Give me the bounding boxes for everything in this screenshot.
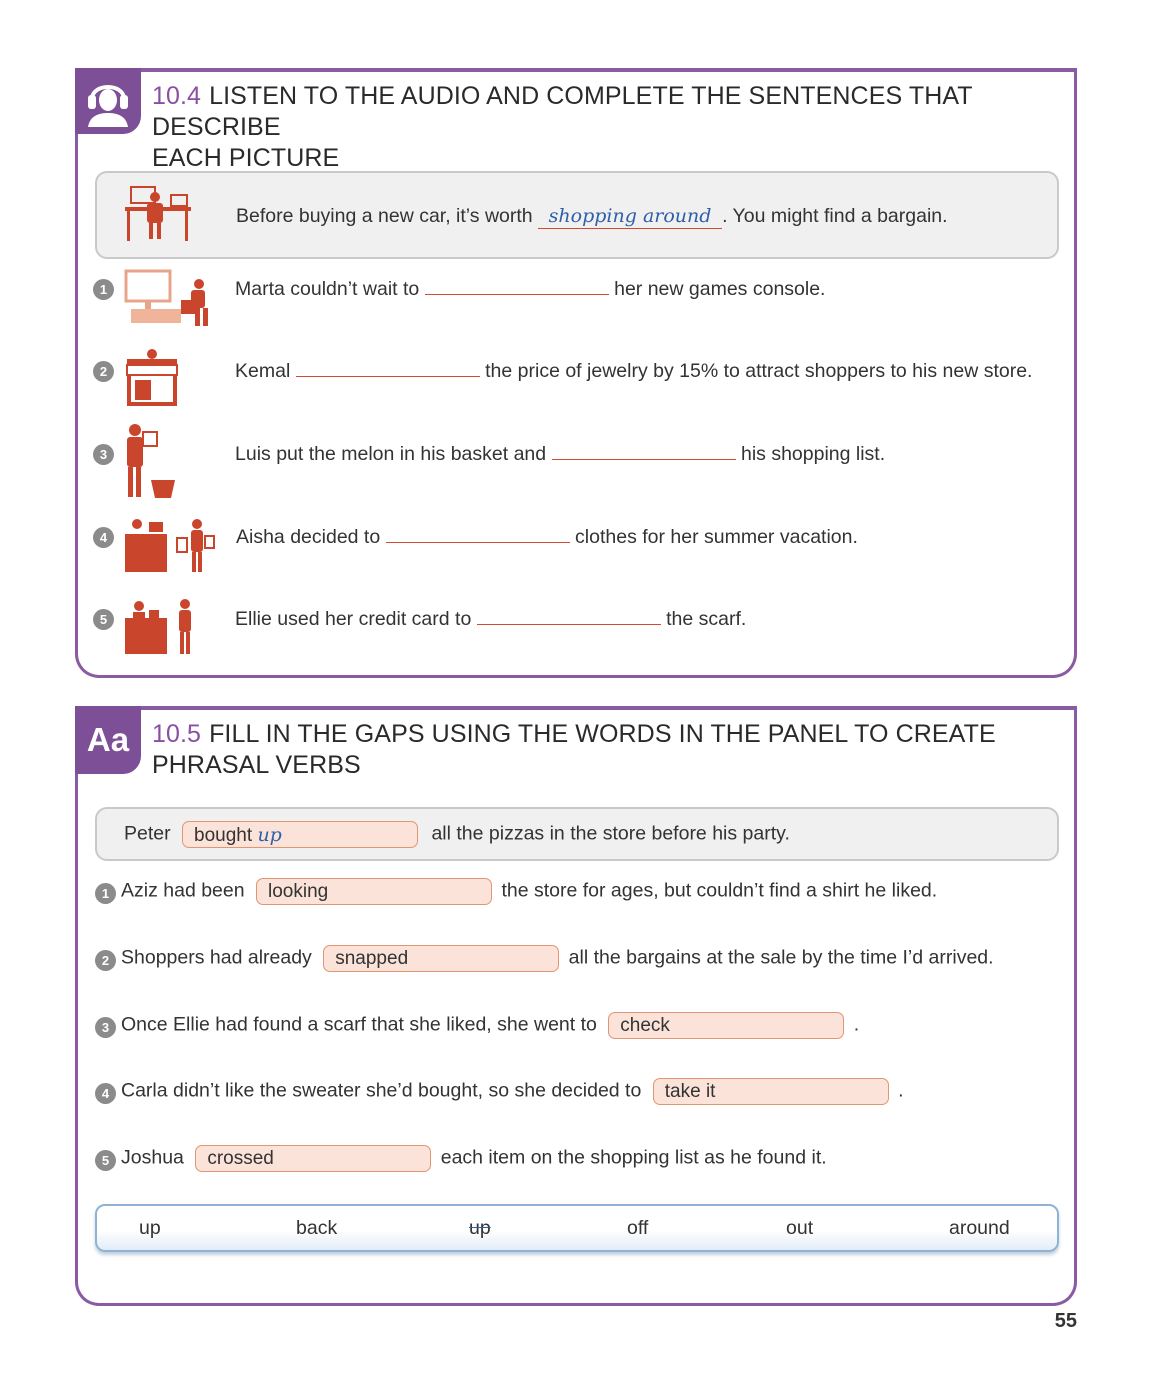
answer-box[interactable]: snapped — [323, 945, 560, 972]
exercise-10-4: 10.4 LISTEN TO THE AUDIO AND COMPLETE THE… — [75, 68, 1077, 678]
answer-box[interactable]: looking — [256, 878, 493, 905]
sentence-5: Joshua crossed each item on the shopping… — [121, 1145, 827, 1172]
computer-desk-illustration — [125, 186, 191, 241]
sentence-3: Luis put the melon in his basket and his… — [235, 443, 885, 466]
exercise-title: 10.5 FILL IN THE GAPS USING THE WORDS IN … — [152, 719, 996, 781]
printed-verb: crossed — [207, 1148, 274, 1169]
sentence-4: Carla didn’t like the sweater she’d boug… — [121, 1078, 904, 1105]
sentence-start: Shoppers had already — [121, 946, 312, 969]
handwritten-particle: up — [257, 824, 282, 846]
sentence-start: Peter — [124, 822, 171, 845]
printed-verb: check — [620, 1015, 670, 1036]
item-number-4: 4 — [93, 527, 114, 548]
item-number-1: 1 — [95, 883, 116, 904]
tab-label: Aa — [86, 721, 130, 758]
sentence-start: Kemal — [235, 360, 291, 382]
example-sentence: Peter bought up all the pizzas in the st… — [124, 821, 790, 848]
exercise-10-5: Aa 10.5 FILL IN THE GAPS USING THE WORDS … — [75, 706, 1077, 1306]
handwritten-answer: shopping around — [548, 205, 712, 227]
sentence-end: the store for ages, but couldn’t find a … — [501, 879, 938, 902]
listening-tab — [75, 68, 141, 134]
sentence-5: Ellie used her credit card to the scarf. — [235, 608, 746, 631]
headphones-person-icon — [88, 85, 128, 127]
sentence-start: Ellie used her credit card to — [235, 608, 472, 630]
sentence-end: her new games console. — [614, 278, 826, 300]
sentence-1: Aziz had been looking the store for ages… — [121, 878, 937, 905]
sentence-start: Marta couldn’t wait to — [235, 278, 420, 300]
sentence-start: Carla didn’t like the sweater she’d boug… — [121, 1079, 642, 1102]
printed-verb: snapped — [335, 948, 409, 969]
panel-word: around — [949, 1217, 1010, 1239]
shopper-basket-illustration — [127, 424, 175, 498]
exercise-number: 10.5 — [152, 720, 202, 748]
item-number-5: 5 — [93, 609, 114, 630]
checkout-counter-illustration — [125, 599, 191, 654]
sentence-end: his shopping list. — [740, 443, 886, 465]
example-box: Peter bought up all the pizzas in the st… — [95, 807, 1059, 861]
answer-box[interactable]: crossed — [195, 1145, 432, 1172]
sentence-start: Aziz had been — [121, 879, 245, 902]
example-box: Before buying a new car, it’s worth shop… — [95, 171, 1059, 259]
vocabulary-tab: Aa — [75, 706, 141, 774]
item-number-2: 2 — [93, 361, 114, 382]
sentence-end: the price of jewelry by 15% to attract s… — [485, 360, 1033, 382]
answer-blank[interactable] — [295, 376, 480, 377]
title-line-2: PHRASAL VERBS — [152, 751, 361, 779]
answer-blank[interactable] — [551, 459, 736, 460]
storefront-illustration — [126, 349, 178, 406]
printed-verb: take it — [664, 1081, 716, 1102]
answer-box[interactable]: take it — [652, 1078, 889, 1105]
sentence-end: . — [853, 1013, 860, 1036]
item-number-3: 3 — [93, 444, 114, 465]
answer-box[interactable]: check — [608, 1012, 845, 1039]
clothes-store-illustration — [125, 519, 215, 572]
sentence-4: Aisha decided to clothes for her summer … — [236, 526, 858, 549]
title-line-1: FILL IN THE GAPS USING THE WORDS IN THE … — [209, 720, 996, 748]
example-sentence: Before buying a new car, it’s worth shop… — [236, 205, 948, 229]
panel-word-used: up — [469, 1217, 491, 1239]
answer-blank[interactable] — [424, 294, 609, 295]
answer-box[interactable]: bought up — [182, 821, 419, 848]
sentence-start: Luis put the melon in his basket and — [235, 443, 547, 465]
exercise-title: 10.4 LISTEN TO THE AUDIO AND COMPLETE THE… — [152, 81, 1074, 174]
item-number-4: 4 — [95, 1083, 116, 1104]
sentence-2: Kemal the price of jewelry by 15% to att… — [235, 360, 1032, 383]
sentence-end: . You might find a bargain. — [722, 205, 948, 227]
sentence-end: each item on the shopping list as he fou… — [440, 1146, 827, 1169]
exercise-number: 10.4 — [152, 82, 202, 110]
sentence-1: Marta couldn’t wait to her new games con… — [235, 278, 825, 301]
item-number-5: 5 — [95, 1150, 116, 1171]
item-number-1: 1 — [93, 279, 114, 300]
sentence-end: clothes for her summer vacation. — [575, 526, 858, 548]
printed-verb: looking — [268, 881, 329, 902]
sentence-end: all the pizzas in the store before his p… — [431, 822, 790, 845]
answer-blank[interactable] — [385, 542, 570, 543]
title-line-2: EACH PICTURE — [152, 144, 340, 172]
panel-word: off — [627, 1217, 649, 1239]
sentence-start: Joshua — [121, 1146, 184, 1169]
sentence-end: the scarf. — [666, 608, 747, 630]
item-number-3: 3 — [95, 1017, 116, 1038]
sentence-start: Aisha decided to — [236, 526, 381, 548]
panel-word: back — [296, 1217, 338, 1239]
word-panel: up back up off out around — [95, 1204, 1059, 1252]
answer-blank[interactable]: shopping around — [538, 205, 723, 229]
sentence-2: Shoppers had already snapped all the bar… — [121, 945, 994, 972]
item-number-2: 2 — [95, 950, 116, 971]
sentence-start: Before buying a new car, it’s worth — [236, 205, 533, 227]
games-console-illustration — [124, 269, 208, 326]
printed-verb: bought — [194, 825, 253, 846]
title-line-1: LISTEN TO THE AUDIO AND COMPLETE THE SEN… — [152, 82, 973, 141]
sentence-3: Once Ellie had found a scarf that she li… — [121, 1012, 859, 1039]
panel-word: out — [786, 1217, 814, 1239]
page-number: 55 — [1054, 1310, 1077, 1332]
sentence-end: all the bargains at the sale by the time… — [568, 946, 994, 969]
answer-blank[interactable] — [476, 624, 661, 625]
sentence-start: Once Ellie had found a scarf that she li… — [121, 1013, 597, 1036]
sentence-end: . — [898, 1079, 904, 1102]
panel-word: up — [139, 1217, 161, 1239]
